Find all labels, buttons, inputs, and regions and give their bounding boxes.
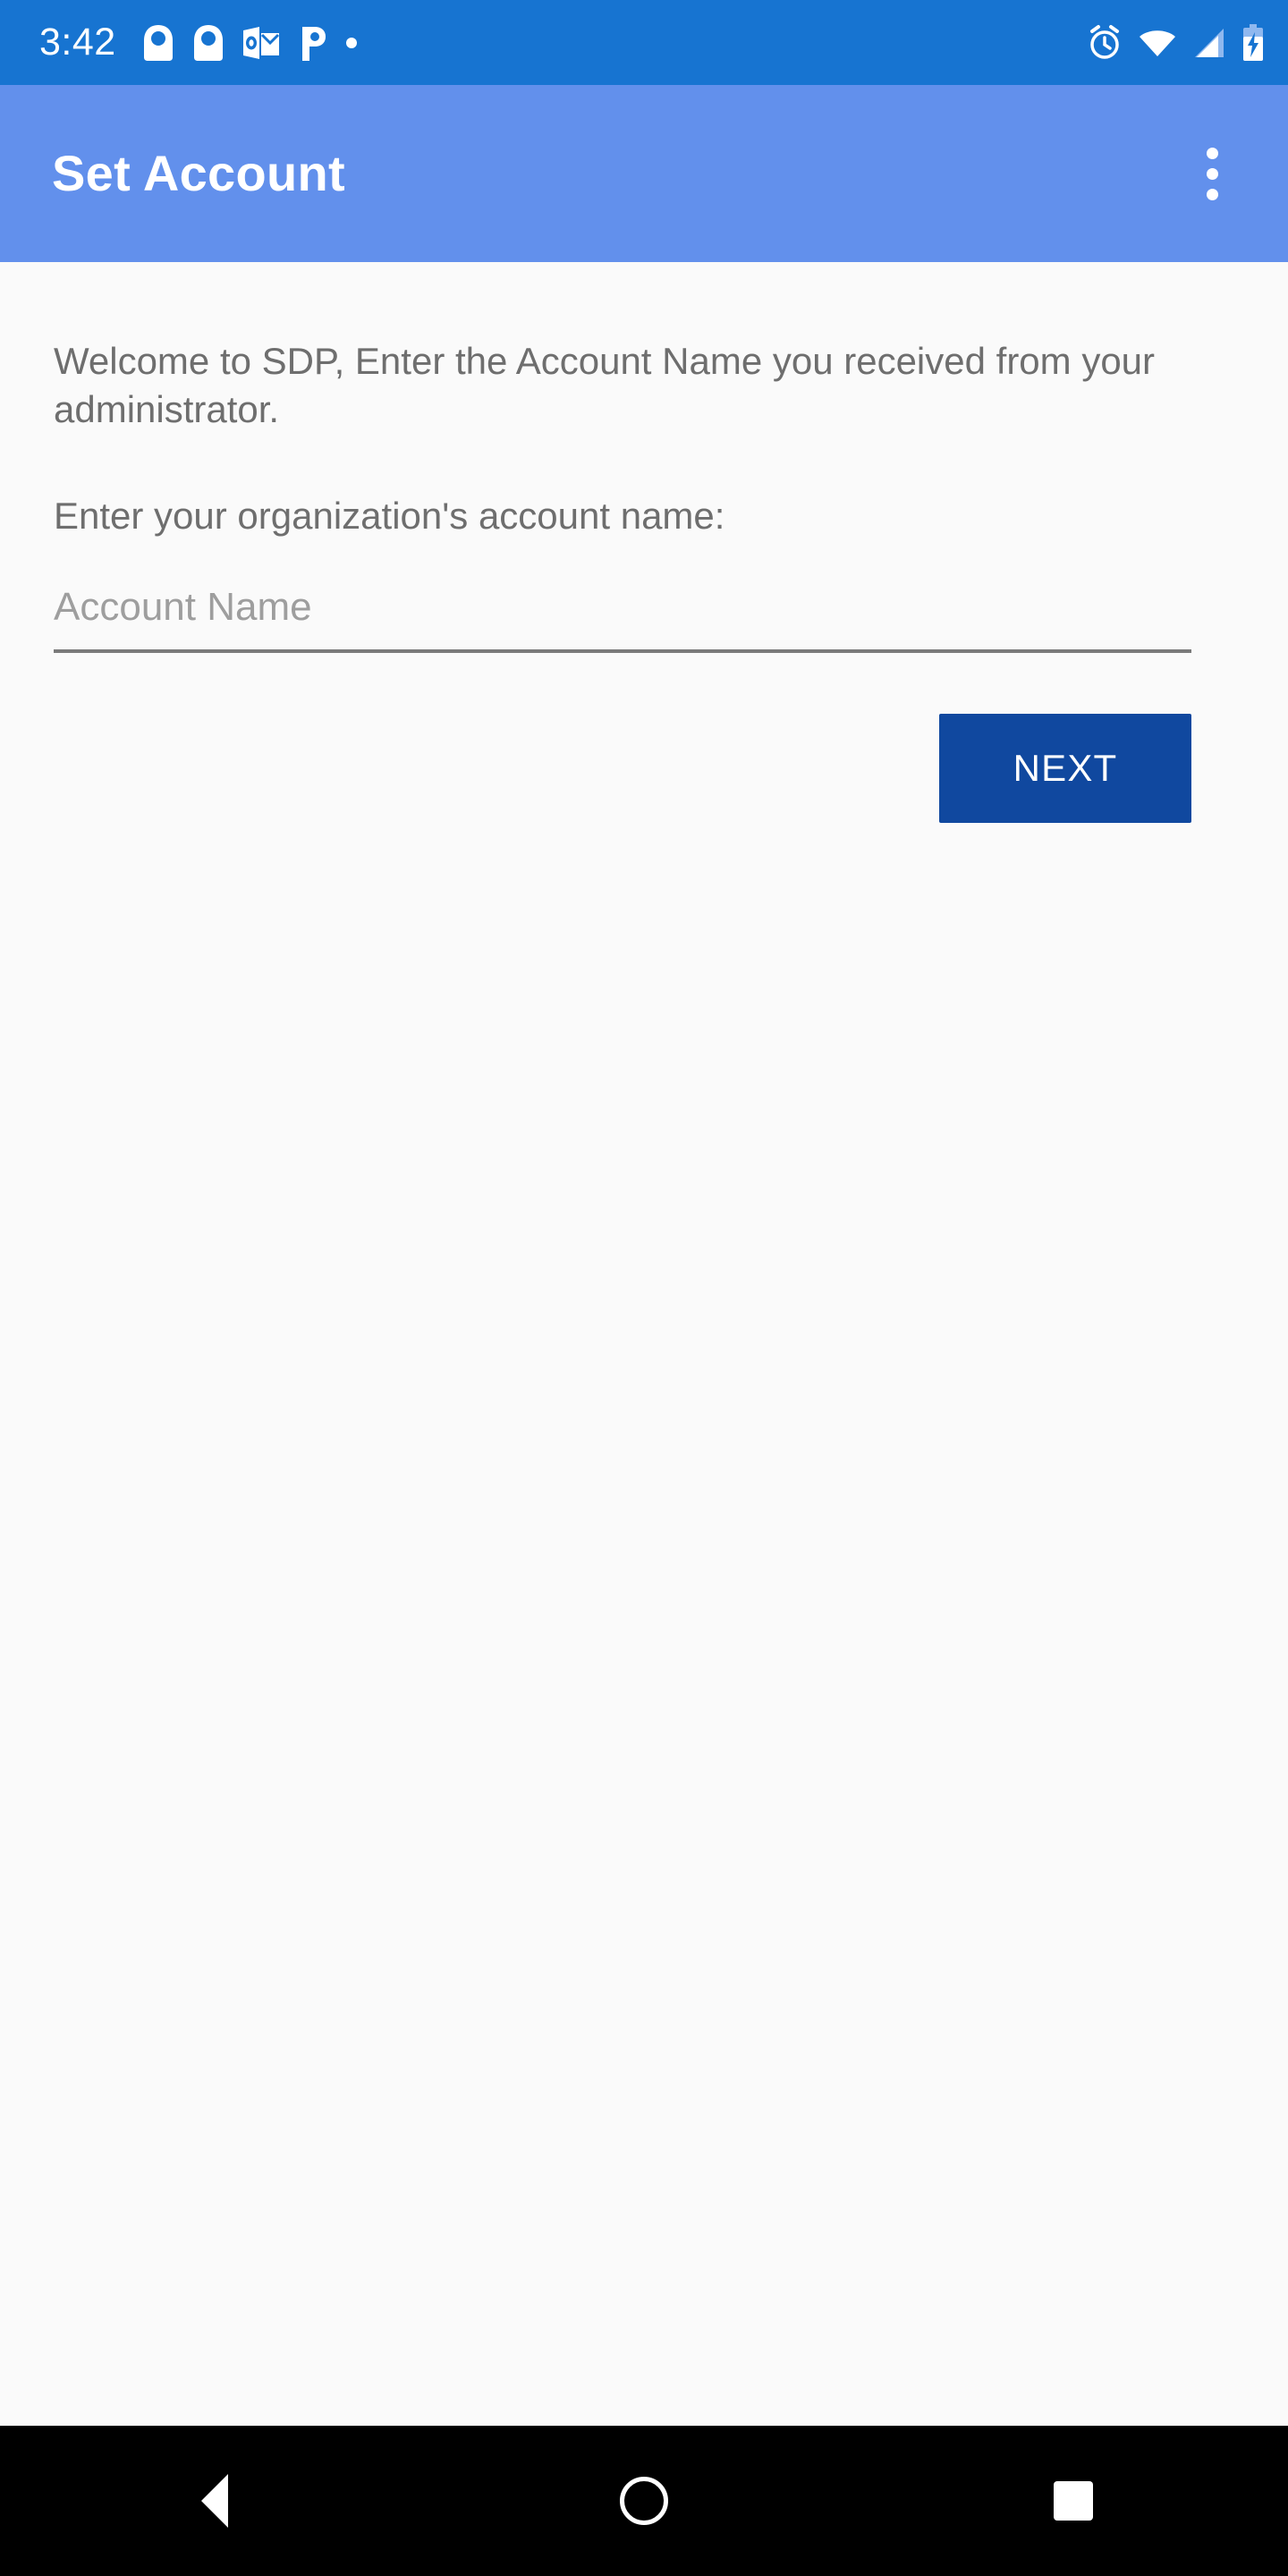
account-name-input-underline: [54, 648, 1191, 653]
status-bar-clock: 3:42: [39, 21, 116, 64]
overflow-dot-icon: [1206, 147, 1218, 159]
status-bar: 3:42: [0, 0, 1288, 85]
notification-dot-icon: [343, 35, 360, 51]
phone-screen: 3:42 Set Account Welcome to SDP, Enter t…: [0, 0, 1288, 2576]
back-button[interactable]: [125, 2426, 304, 2576]
account-name-prompt: Enter your organization's account name:: [54, 494, 725, 537]
outlook-icon: [242, 25, 281, 61]
app-badge-icon-2: [191, 23, 225, 63]
cellular-signal-icon: [1191, 28, 1227, 58]
account-name-field-wrapper: [54, 582, 1191, 653]
action-button-row: NEXT: [54, 713, 1191, 823]
p-app-icon: [297, 23, 327, 63]
main-content: Welcome to SDP, Enter the Account Name y…: [0, 262, 1288, 2426]
overflow-dot-icon: [1206, 167, 1218, 180]
recents-square-icon: [1054, 2481, 1093, 2521]
back-triangle-icon: [201, 2474, 228, 2528]
android-navigation-bar: [0, 2426, 1288, 2576]
status-bar-notification-icons: [141, 23, 360, 63]
page-title: Set Account: [52, 145, 345, 201]
overflow-menu-button[interactable]: [1172, 133, 1252, 214]
account-name-input[interactable]: [54, 582, 1191, 649]
home-button[interactable]: [555, 2426, 733, 2576]
battery-charging-icon: [1241, 23, 1265, 62]
status-bar-system-icons: [1086, 23, 1265, 62]
welcome-message: Welcome to SDP, Enter the Account Name y…: [54, 340, 1156, 430]
home-circle-icon: [620, 2477, 668, 2525]
app-badge-icon-1: [141, 23, 175, 63]
wifi-icon: [1138, 28, 1177, 58]
app-bar: Set Account: [0, 85, 1288, 262]
alarm-icon: [1086, 24, 1123, 62]
next-button[interactable]: NEXT: [939, 713, 1191, 823]
overflow-dot-icon: [1206, 188, 1218, 200]
recents-button[interactable]: [984, 2426, 1163, 2576]
